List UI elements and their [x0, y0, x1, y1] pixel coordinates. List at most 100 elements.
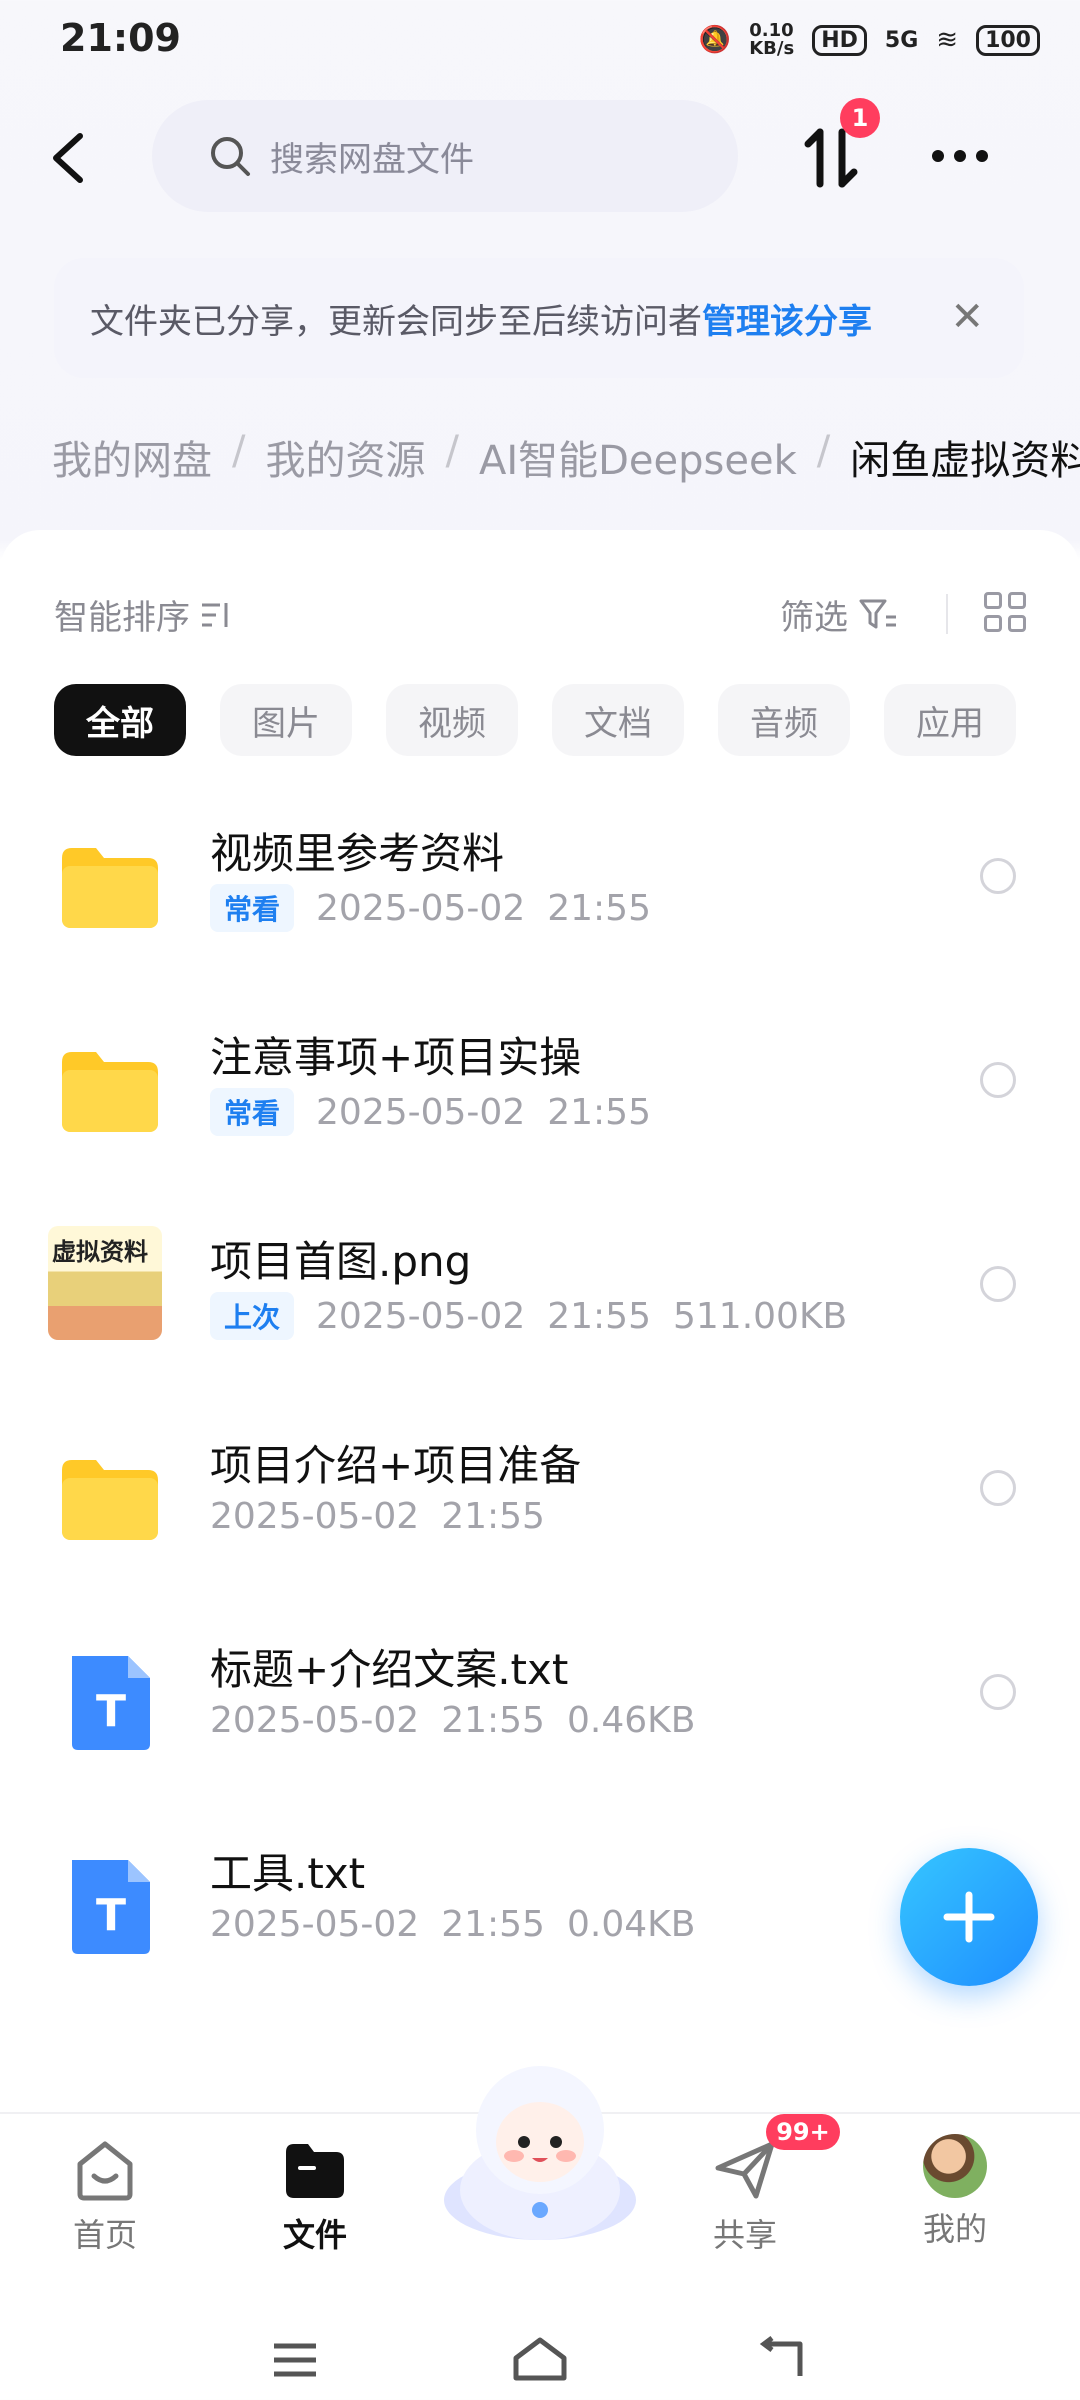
- file-time: 21:55: [547, 1295, 651, 1337]
- back-nav-icon[interactable]: [756, 2336, 806, 2382]
- list-item[interactable]: 虚拟资料 项目首图.png 上次 2025-05-02 21:55 511.00…: [0, 1208, 1080, 1408]
- breadcrumb-separator: /: [445, 428, 459, 474]
- home-nav-icon[interactable]: [510, 2334, 570, 2384]
- close-icon[interactable]: ✕: [950, 294, 984, 340]
- breadcrumb-item[interactable]: AI智能Deepseek: [479, 428, 797, 486]
- file-date: 2025-05-02: [210, 1700, 420, 1741]
- search-input[interactable]: 搜索网盘文件: [152, 100, 738, 212]
- sort-icon: [202, 602, 228, 627]
- filter-label: 筛选: [780, 598, 848, 638]
- divider: [946, 594, 948, 634]
- breadcrumb-separator: /: [232, 428, 246, 474]
- menu-icon[interactable]: [270, 2340, 320, 2380]
- select-radio[interactable]: [980, 1062, 1016, 1098]
- signal-icon: 5G: [884, 27, 919, 53]
- svg-text:T: T: [96, 1890, 126, 1941]
- folder-icon: [62, 1460, 158, 1540]
- list-item[interactable]: 注意事项+项目实操 常看 2025-05-02 21:55: [0, 1004, 1080, 1204]
- share-badge: 99+: [766, 2114, 840, 2150]
- frequent-tag: 常看: [210, 1088, 295, 1136]
- tab-images[interactable]: 图片: [220, 684, 352, 756]
- transfer-badge: 1: [840, 98, 880, 138]
- banner-text: 文件夹已分享，更新会同步至后续访问者: [90, 301, 702, 342]
- grid-view-icon[interactable]: [984, 592, 1026, 632]
- nav-home[interactable]: 首页: [30, 2134, 180, 2256]
- file-size: 0.04KB: [566, 1904, 696, 1945]
- sort-button[interactable]: 智能排序: [54, 590, 234, 639]
- mute-icon: 🔕: [698, 25, 732, 55]
- list-item[interactable]: 视频里参考资料 常看 2025-05-02 21:55: [0, 800, 1080, 1000]
- file-time: 21:55: [547, 887, 651, 929]
- avatar: [923, 2134, 987, 2198]
- wifi-icon: ≋: [936, 25, 959, 55]
- list-item[interactable]: 项目介绍+项目准备 2025-05-02 21:55: [0, 1412, 1080, 1612]
- dot: [976, 150, 988, 162]
- nav-share[interactable]: 共享: [670, 2134, 820, 2256]
- list-item[interactable]: T 标题+介绍文案.txt 2025-05-02 21:55 0.46KB: [0, 1616, 1080, 1816]
- grid-cell: [984, 592, 1002, 609]
- file-time: 21:55: [441, 1496, 545, 1537]
- breadcrumb-current: 闲鱼虚拟资料: [850, 438, 1080, 484]
- system-nav-bar: [0, 2300, 1080, 2400]
- nav-files-label: 文件: [282, 2216, 347, 2254]
- file-size: 0.46KB: [566, 1700, 696, 1741]
- file-date: 2025-05-02: [316, 1091, 526, 1133]
- dot: [954, 150, 966, 162]
- more-button[interactable]: [932, 126, 1002, 186]
- dot: [932, 150, 944, 162]
- folder-filled-icon: [286, 2144, 344, 2198]
- file-name: 项目首图.png: [210, 1237, 472, 1286]
- hd-icon: HD: [812, 24, 867, 56]
- folder-icon: [62, 1052, 158, 1132]
- tab-videos[interactable]: 视频: [386, 684, 518, 756]
- tab-documents[interactable]: 文档: [552, 684, 684, 756]
- nav-home-label: 首页: [72, 2216, 137, 2254]
- tab-apps[interactable]: 应用: [884, 684, 1016, 756]
- assistant-mascot-icon[interactable]: [430, 2050, 650, 2250]
- status-time: 21:09: [60, 16, 181, 60]
- recent-tag: 上次: [210, 1292, 295, 1340]
- category-tabs: 全部 图片 视频 文档 音频 应用: [54, 684, 1016, 756]
- search-icon: [211, 137, 250, 176]
- status-icons: 🔕 0.10 KB/s HD 5G ≋ 100: [699, 22, 1040, 58]
- file-name: 标题+介绍文案.txt: [210, 1645, 569, 1694]
- file-meta: 2025-05-02 21:55 0.04KB: [210, 1904, 695, 1945]
- file-time: 21:55: [547, 1091, 651, 1133]
- svg-text:T: T: [96, 1686, 126, 1737]
- select-radio[interactable]: [980, 1266, 1016, 1302]
- folder-icon: [62, 848, 158, 928]
- back-button[interactable]: [44, 118, 104, 198]
- file-meta: 2025-05-02 21:55 0.46KB: [210, 1700, 695, 1741]
- filter-button[interactable]: 筛选: [780, 590, 898, 639]
- file-time: 21:55: [441, 1904, 545, 1945]
- nav-mine[interactable]: 我的: [880, 2134, 1030, 2250]
- net-speed: 0.10 KB/s: [749, 22, 794, 58]
- file-meta: 常看 2025-05-02 21:55: [210, 1088, 651, 1136]
- grid-cell: [984, 615, 1002, 632]
- tab-audio[interactable]: 音频: [718, 684, 850, 756]
- tab-all[interactable]: 全部: [54, 684, 186, 756]
- file-size: 511.00KB: [672, 1295, 848, 1337]
- nav-mine-label: 我的: [922, 2210, 987, 2248]
- breadcrumb-separator: /: [816, 428, 831, 474]
- select-radio[interactable]: [980, 1674, 1016, 1710]
- breadcrumb-item[interactable]: 我的网盘: [52, 428, 212, 486]
- thumbnail-text: 虚拟资料: [52, 1238, 148, 1266]
- home-icon: [77, 2141, 133, 2201]
- plus-icon: [943, 1891, 995, 1943]
- text-file-icon: T: [72, 1860, 150, 1954]
- sort-label: 智能排序: [54, 598, 190, 638]
- chevron-left-icon: [53, 133, 83, 183]
- file-meta: 上次 2025-05-02 21:55 511.00KB: [210, 1292, 847, 1340]
- manage-share-link[interactable]: 管理该分享: [702, 294, 872, 343]
- select-radio[interactable]: [980, 858, 1016, 894]
- add-button[interactable]: [900, 1848, 1038, 1986]
- nav-files[interactable]: 文件: [240, 2134, 390, 2256]
- image-thumbnail: 虚拟资料: [48, 1226, 162, 1340]
- select-radio[interactable]: [980, 1470, 1016, 1506]
- filter-icon: [859, 599, 896, 628]
- grid-cell: [1008, 592, 1026, 609]
- breadcrumb-item[interactable]: 我的资源: [265, 428, 425, 486]
- share-banner: 文件夹已分享，更新会同步至后续访问者 管理该分享 ✕: [54, 258, 1024, 378]
- frequent-tag: 常看: [210, 884, 295, 932]
